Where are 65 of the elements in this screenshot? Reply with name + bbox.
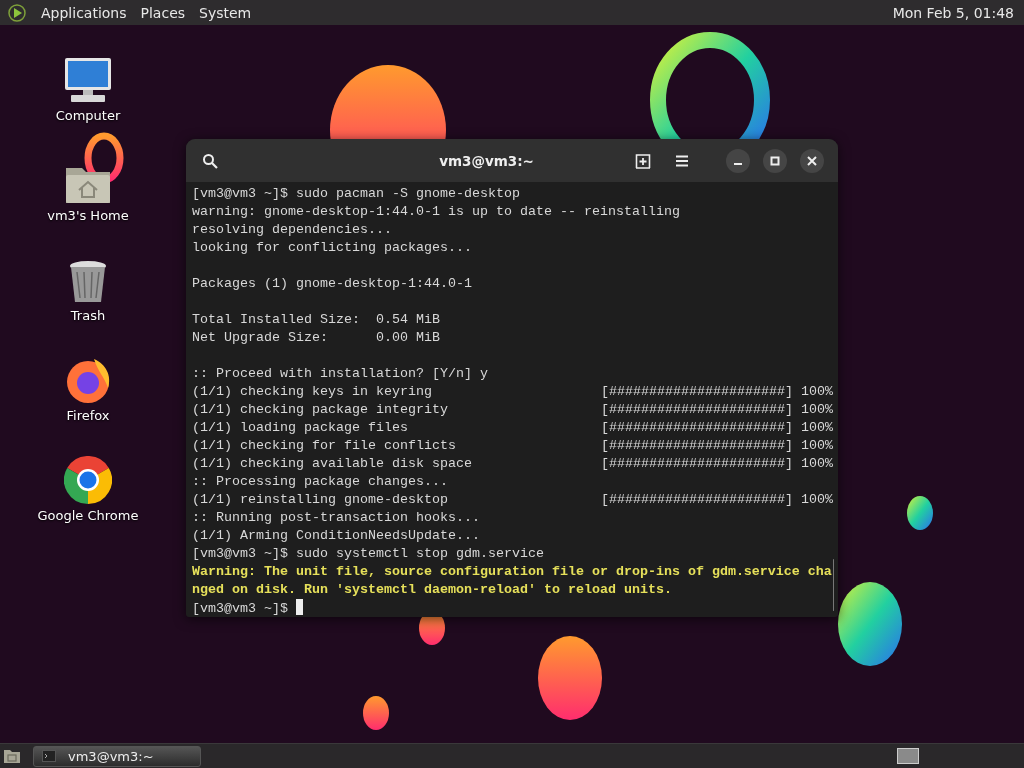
progress-percent: 100% (800, 383, 833, 401)
desktop-icon-label[interactable]: Computer (55, 108, 121, 123)
progress-percent: 100% (800, 491, 833, 509)
terminal-warning: nged on disk. Run 'systemctl daemon-reload' to reload units. (192, 582, 672, 597)
taskbar-button[interactable]: vm3@vm3:~ (33, 745, 201, 767)
desktop-icon-label[interactable]: Firefox (66, 408, 110, 423)
progress-bar-text: [######################] (601, 401, 793, 419)
terminal-output: Net Upgrade Size: 0.00 MiB (192, 330, 440, 345)
terminal-output: :: Proceed with installation? [Y/n] y (192, 366, 488, 381)
terminal-output: looking for conflicting packages... (192, 240, 472, 255)
minimize-icon (734, 163, 742, 165)
menu-icon[interactable] (675, 154, 689, 167)
computer-icon[interactable] (63, 56, 113, 104)
show-desktop-icon[interactable] (3, 748, 21, 764)
terminal-output: Packages (1) gnome-desktop-1:44.0-1 (192, 276, 472, 291)
desktop-icon-label[interactable]: Google Chrome (37, 508, 139, 523)
progress-bar-text: [######################] (601, 455, 793, 473)
scrollbar[interactable] (832, 559, 834, 611)
terminal-prompt: [vm3@vm3 ~]$ (192, 186, 288, 201)
desktop-icon-label[interactable]: Trash (70, 308, 106, 323)
terminal-prompt: [vm3@vm3 ~]$ (192, 601, 288, 616)
minimize-button[interactable] (726, 148, 750, 173)
progress-bar-text: [######################] (601, 491, 793, 509)
close-icon (807, 155, 817, 166)
panel-menu[interactable]: Applications (41, 4, 127, 21)
terminal-command: sudo systemctl stop gdm.service (296, 546, 544, 561)
progress-percent: 100% (800, 455, 833, 473)
terminal-warning: Warning: The unit file, source configuration file or drop-ins of gdm.service cha (192, 564, 832, 579)
progress-percent: 100% (800, 401, 833, 419)
progress-percent: 100% (800, 419, 833, 437)
terminal-output: resolving dependencies... (192, 222, 392, 237)
progress-percent: 100% (800, 437, 833, 455)
terminal-output: (1/1) checking for file conflicts (192, 437, 457, 455)
progress-bar-text: [######################] (601, 383, 793, 401)
firefox-icon[interactable] (64, 356, 112, 404)
terminal-output: :: Processing package changes... (192, 474, 448, 489)
chrome-icon[interactable] (64, 456, 112, 504)
close-button[interactable] (800, 148, 824, 173)
terminal-output: Total Installed Size: 0.54 MiB (192, 312, 440, 327)
new-tab-icon[interactable] (635, 152, 651, 169)
search-icon[interactable] (202, 152, 218, 169)
text-cursor (296, 599, 303, 615)
clock[interactable]: Mon Feb 5, 01:48 (892, 4, 1014, 21)
trash-icon[interactable] (69, 260, 107, 304)
workspace-switcher[interactable] (897, 748, 919, 764)
terminal-output: :: Running post-transaction hooks... (192, 510, 480, 525)
panel-menu[interactable]: Places (140, 4, 186, 21)
window-title: vm3@vm3:~ (438, 152, 535, 169)
progress-bar-text: [######################] (601, 437, 793, 455)
terminal-output: (1/1) loading package files (192, 419, 409, 437)
terminal-output: warning: gnome-desktop-1:44.0-1 is up to date -- reinstalling (192, 204, 680, 219)
terminal-output: (1/1) checking keys in keyring (192, 383, 433, 401)
maximize-button[interactable] (763, 148, 787, 173)
terminal-icon (42, 750, 56, 762)
terminal-output: (1/1) Arming ConditionNeedsUpdate... (192, 528, 480, 543)
progress-bar-text: [######################] (601, 419, 793, 437)
panel-menu[interactable]: System (199, 4, 252, 21)
terminal-prompt: [vm3@vm3 ~]$ (192, 546, 288, 561)
desktop-icon-label[interactable]: vm3's Home (47, 208, 129, 223)
maximize-icon (770, 155, 780, 166)
terminal-output: (1/1) checking available disk space (192, 455, 473, 473)
terminal-output: (1/1) reinstalling gnome-desktop (192, 491, 449, 509)
terminal-output: (1/1) checking package integrity (192, 401, 449, 419)
terminal-command: sudo pacman -S gnome-desktop (296, 186, 520, 201)
app-menu-logo-icon[interactable] (7, 2, 27, 23)
